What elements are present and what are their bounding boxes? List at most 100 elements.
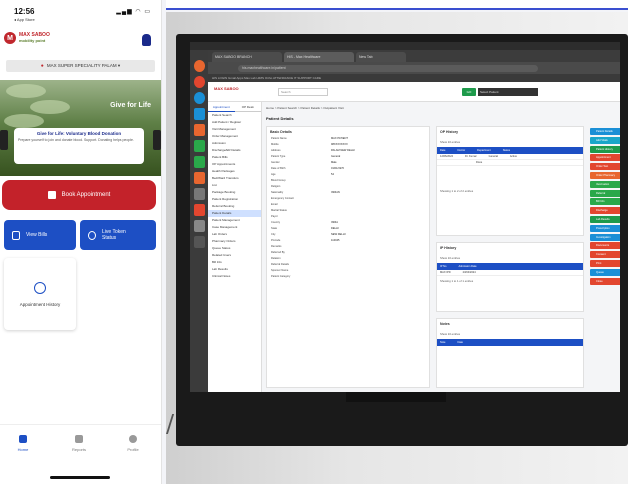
side-menu-item[interactable]: Lab Orders: [208, 231, 261, 238]
side-menu-item[interactable]: Patient Bills: [208, 154, 261, 161]
side-menu-item[interactable]: Package Booking: [208, 189, 261, 196]
notes-table-header: Note Date: [437, 339, 583, 346]
his-main-area: Home > Patient Search > Patient Details …: [262, 102, 620, 392]
ip-history-show-entries[interactable]: Show 10 entries: [437, 253, 583, 263]
banner-prev-button[interactable]: [0, 130, 8, 150]
his-patient-select[interactable]: Select Patient: [478, 88, 538, 96]
side-menu-item[interactable]: OP Appointments: [208, 161, 261, 168]
back-to-app-store[interactable]: ◂ App Store: [14, 17, 153, 22]
action-button[interactable]: Patient History: [590, 145, 620, 153]
side-menu-item[interactable]: Patient Management: [208, 217, 261, 224]
side-menu-item[interactable]: Referral Booking: [208, 203, 261, 210]
action-button[interactable]: Documents: [590, 242, 620, 250]
launcher-app-icon[interactable]: [193, 92, 205, 104]
launcher-app-icon[interactable]: [193, 236, 205, 248]
launcher-app-icon[interactable]: [193, 188, 205, 200]
side-menu-item[interactable]: Discharge/ER Details: [208, 147, 261, 154]
column-header[interactable]: Doctor: [457, 149, 465, 152]
side-menu-item[interactable]: Admission: [208, 140, 261, 147]
launcher-app-icon[interactable]: [193, 124, 205, 136]
promo-banner[interactable]: Give for Life Give for Life: Voluntary B…: [0, 80, 161, 176]
his-search-input[interactable]: Search: [278, 88, 328, 96]
breadcrumb[interactable]: Home > Patient Search > Patient Details …: [266, 106, 344, 110]
column-header[interactable]: Date: [440, 149, 445, 152]
side-menu-item[interactable]: Bill Info: [208, 259, 261, 266]
column-header[interactable]: Date: [457, 341, 462, 344]
action-button[interactable]: Order Pharmacy: [590, 171, 620, 179]
column-header[interactable]: Status: [503, 149, 510, 152]
side-menu-item[interactable]: Patient Registration: [208, 196, 261, 203]
launcher-app-icon[interactable]: [193, 60, 205, 72]
column-header[interactable]: Department: [477, 149, 491, 152]
side-menu-item[interactable]: Health Packages: [208, 168, 261, 175]
launcher-app-icon[interactable]: [193, 140, 205, 152]
live-token-status-button[interactable]: Live Token Status: [80, 220, 156, 250]
column-header[interactable]: Admission Date: [458, 265, 476, 268]
action-button[interactable]: Referral: [590, 189, 620, 197]
side-menu-item[interactable]: Visit Management: [208, 126, 261, 133]
side-menu-item[interactable]: Pharmacy Orders: [208, 238, 261, 245]
side-menu-item[interactable]: Case Management: [208, 224, 261, 231]
book-appointment-button[interactable]: Book Appointment: [2, 180, 156, 210]
launcher-app-icon[interactable]: [193, 172, 205, 184]
table-cell: Dr. Kumar: [464, 155, 477, 158]
side-menu-item[interactable]: Queue Status: [208, 245, 261, 252]
banner-next-button[interactable]: [153, 130, 161, 150]
table-row[interactable]: Done: [437, 160, 583, 166]
browser-toolbar: his.maxhealthcare.in/patient: [208, 62, 620, 74]
action-button[interactable]: Appointment: [590, 154, 620, 162]
browser-tab[interactable]: HIS - Max Healthcare: [284, 52, 354, 62]
column-header[interactable]: IP No: [440, 265, 446, 268]
browser-tab[interactable]: MAX SABOO BRANCH: [212, 52, 282, 62]
launcher-app-icon[interactable]: [193, 108, 205, 120]
side-menu-item-active[interactable]: Patient Details: [208, 210, 261, 217]
action-button[interactable]: Discharge: [590, 207, 620, 215]
os-top-bar: [190, 42, 620, 50]
launcher-app-icon[interactable]: [193, 76, 205, 88]
detail-label: Patient Category: [271, 275, 291, 278]
action-button[interactable]: Consent: [590, 251, 620, 259]
side-menu-item[interactable]: Bed/Ward Transfers: [208, 175, 261, 182]
side-menu-item[interactable]: Clinical Notes: [208, 273, 261, 280]
notes-title: Notes: [440, 322, 450, 326]
op-history-table-header: Date Doctor Department Status: [437, 147, 583, 154]
his-go-button[interactable]: GO: [462, 88, 476, 96]
action-button[interactable]: Close: [590, 277, 620, 285]
browser-tab[interactable]: New Tab: [356, 52, 406, 62]
action-button[interactable]: Print: [590, 259, 620, 267]
launcher-app-icon[interactable]: [193, 204, 205, 216]
action-button[interactable]: Patient Details: [590, 128, 620, 135]
nav-reports[interactable]: Reports: [64, 435, 94, 452]
side-menu-item[interactable]: Patient Search: [208, 112, 261, 119]
nav-profile[interactable]: Profile: [118, 435, 148, 452]
side-tab-op-desk[interactable]: OP Desk: [234, 102, 261, 112]
view-bills-button[interactable]: View Bills: [4, 220, 76, 250]
appointment-history-button[interactable]: Appointment History: [4, 258, 76, 330]
side-menu-item[interactable]: Lab Results: [208, 266, 261, 273]
action-button[interactable]: Investigation: [590, 233, 620, 241]
op-history-show-entries[interactable]: Show 10 entries: [437, 137, 583, 147]
side-menu-item[interactable]: Order Management: [208, 133, 261, 140]
side-menu-item[interactable]: Related Users: [208, 252, 261, 259]
notes-show-entries[interactable]: Show 10 entries: [437, 329, 583, 339]
nav-home[interactable]: Home: [8, 435, 38, 452]
action-button[interactable]: Vaccination: [590, 180, 620, 188]
his-logo: MAX SABOO: [214, 86, 239, 91]
location-selector[interactable]: ● MAX SUPER SPECIALITY PALAM ▾: [6, 60, 155, 72]
notification-bell-icon[interactable]: [142, 34, 151, 46]
column-header[interactable]: Note: [440, 341, 445, 344]
side-menu-item[interactable]: Add Patient / Register: [208, 119, 261, 126]
url-field[interactable]: his.maxhealthcare.in/patient: [238, 65, 538, 72]
os-launcher: [190, 50, 208, 392]
action-button[interactable]: Bill Info: [590, 198, 620, 206]
side-tab-appointment[interactable]: Appointment: [208, 102, 235, 112]
action-button[interactable]: Add Vitals: [590, 136, 620, 144]
action-button[interactable]: Queue: [590, 268, 620, 276]
bookmarks-bar[interactable]: HIS LOGIN Gmail Apps Max Lab HIMS Ortho …: [208, 74, 620, 82]
launcher-app-icon[interactable]: [193, 220, 205, 232]
launcher-app-icon[interactable]: [193, 156, 205, 168]
action-button[interactable]: Lab Results: [590, 215, 620, 223]
side-menu-item[interactable]: List: [208, 182, 261, 189]
action-button[interactable]: Prescription: [590, 224, 620, 232]
action-button[interactable]: Order Test: [590, 163, 620, 171]
